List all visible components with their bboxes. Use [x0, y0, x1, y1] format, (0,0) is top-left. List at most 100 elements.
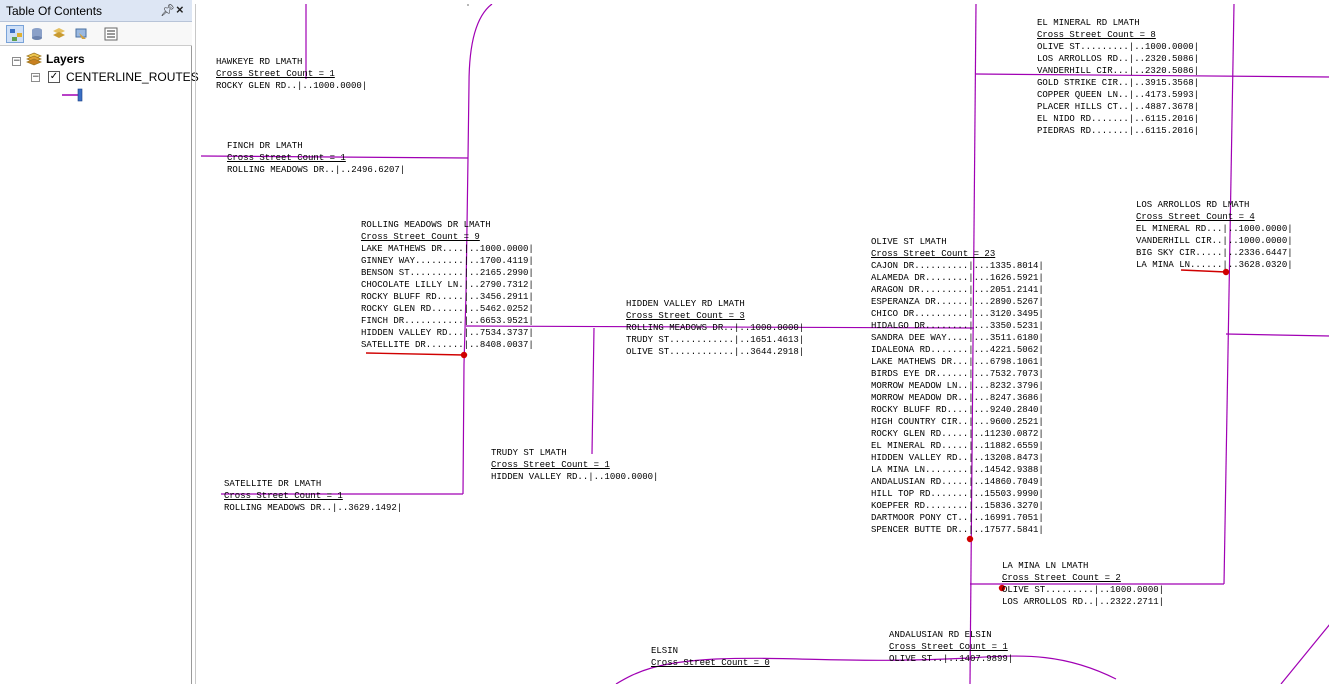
cross-street-row: OLIVE ST.........|..1000.0000| [1037, 42, 1200, 52]
route-label-hawkeye-rd: HAWKEYE RD LMATH Cross Street Count = 1 RO… [216, 56, 367, 92]
route-label-elsin: ELSIN Cross Street Count = 0 [651, 645, 770, 669]
route-label-andalusian-rd: ANDALUSIAN RD ELSIN Cross Street Count = … [889, 629, 1013, 665]
cross-street-row: OLIVE ST.........|..1000.0000| [1002, 585, 1165, 595]
toc-toolbar [0, 22, 192, 46]
label-title: HIDDEN VALLEY RD LMATH [626, 299, 745, 309]
toc-title-bar: Table Of Contents 📌︎ × [0, 0, 192, 22]
label-title: ANDALUSIAN RD ELSIN [889, 630, 992, 640]
label-title: TRUDY ST LMATH [491, 448, 567, 458]
drawing-order-icon [10, 29, 22, 41]
options-button[interactable] [102, 25, 120, 43]
cross-street-row: BENSON ST..........|..2165.2990| [361, 268, 534, 278]
highlight-segment [365, 352, 465, 356]
cross-street-row: GOLD STRIKE CIR..|..3915.3568| [1037, 78, 1200, 88]
road-segment [1280, 624, 1329, 684]
layers-collapse-toggle[interactable]: − [12, 57, 21, 66]
list-by-drawing-order-button[interactable] [6, 25, 24, 43]
layer-collapse-toggle[interactable]: − [31, 73, 40, 82]
cross-street-count: Cross Street Count = 9 [361, 232, 480, 242]
line-symbol-icon[interactable] [62, 88, 86, 102]
cross-street-row: LOS ARROLLOS RD..|..2322.2711| [1002, 597, 1165, 607]
cross-street-row: ROCKY GLEN RD..|..1000.0000| [216, 81, 368, 91]
route-label-olive-st: OLIVE ST LMATH Cross Street Count = 23 CAJ… [871, 236, 1044, 536]
cross-street-row: SANDRA DEE WAY....|...3511.6180| [871, 333, 1044, 343]
layer-name-centerline-routes[interactable]: CENTERLINE_ROUTES [66, 70, 199, 84]
label-title: LOS ARROLLOS RD LMATH [1136, 200, 1250, 210]
route-label-trudy-st: TRUDY ST LMATH Cross Street Count = 1 HIDD… [491, 447, 658, 483]
layers-root-label[interactable]: Layers [46, 52, 85, 66]
cross-street-row: CAJON DR..........|...1335.8014| [871, 261, 1044, 271]
cross-street-row: HIGH COUNTRY CIR..|...9600.2521| [871, 417, 1044, 427]
cross-street-row: ALAMEDA DR........|...1626.5921| [871, 273, 1044, 283]
cross-street-row: OLIVE ST..|..1407.9899| [889, 654, 1014, 664]
cross-street-row: LAKE MATHEWS DR...|...6798.1061| [871, 357, 1044, 367]
route-label-hidden-valley-rd: HIDDEN VALLEY RD LMATH Cross Street Count… [626, 298, 804, 358]
cross-street-row: SATELLITE DR.......|..8408.0037| [361, 340, 534, 350]
cross-street-row: VANDERHILL CIR...|..2320.5086| [1037, 66, 1200, 76]
cross-street-count: Cross Street Count = 2 [1002, 573, 1121, 583]
cross-street-row: EL NIDO RD.......|..6115.2016| [1037, 114, 1200, 124]
route-label-finch-dr: FINCH DR LMATH Cross Street Count = 1 ROLL… [227, 140, 405, 176]
cross-street-row: LA MINA LN......|..3628.0320| [1136, 260, 1293, 270]
cross-street-row: BIRDS EYE DR......|...7532.7073| [871, 369, 1044, 379]
intersection-point [966, 535, 974, 543]
label-title: ELSIN [651, 646, 679, 656]
route-label-satellite-dr: SATELLITE DR LMATH Cross Street Count = 1… [224, 478, 402, 514]
cross-street-row: CHOCOLATE LILLY LN.|..2790.7312| [361, 280, 534, 290]
cross-street-row: HIDDEN VALLEY RD..|..1000.0000| [491, 472, 659, 482]
pin-icon[interactable]: 📌︎ [160, 3, 175, 17]
list-by-selection-button[interactable] [72, 25, 90, 43]
cross-street-row: HIDALGO DR........|...3350.5231| [871, 321, 1044, 331]
label-title: ROLLING MEADOWS DR LMATH [361, 220, 491, 230]
layers-icon [26, 52, 42, 66]
cross-street-row: DARTMOOR PONY CT..|..16991.7051| [871, 513, 1044, 523]
intersection-point [460, 351, 468, 359]
cross-street-row: OLIVE ST............|..3644.2918| [626, 347, 805, 357]
label-title: OLIVE ST LMATH [871, 237, 947, 247]
list-by-visibility-button[interactable] [50, 25, 68, 43]
layer-visibility-checkbox[interactable]: ✓ [48, 71, 60, 83]
options-icon [104, 27, 118, 41]
cross-street-row: ROLLING MEADOWS DR..|..2496.6207| [227, 165, 406, 175]
cross-street-count: Cross Street Count = 8 [1037, 30, 1156, 40]
road-segment [591, 327, 595, 455]
cross-street-count: Cross Street Count = 1 [224, 491, 343, 501]
cross-street-row: HIDDEN VALLEY RD..|..13208.8473| [871, 453, 1044, 463]
layers-stack-icon [53, 28, 65, 38]
cross-street-row: BIG SKY CIR.....|..2336.6447| [1136, 248, 1293, 258]
cross-street-row: HILL TOP RD.......|..15503.9990| [871, 489, 1044, 499]
label-title: FINCH DR LMATH [227, 141, 303, 151]
label-title: SATELLITE DR LMATH [224, 479, 322, 489]
cross-street-row: ROCKY BLUFF RD.....|..3456.2911| [361, 292, 534, 302]
cross-street-row: ROLLING MEADOWS DR..|..3629.1492| [224, 503, 403, 513]
label-title: HAWKEYE RD LMATH [216, 57, 303, 67]
selection-icon [75, 28, 87, 39]
cross-street-count: Cross Street Count = 1 [216, 69, 335, 79]
road-segment [1225, 333, 1329, 337]
cross-street-row: MORROW MEADOW DR..|...8247.3686| [871, 393, 1044, 403]
cross-street-row: ROCKY GLEN RD......|..5462.0252| [361, 304, 534, 314]
cross-street-count: Cross Street Count = 4 [1136, 212, 1255, 222]
cross-street-row: MORROW MEADOW LN..|...8232.3796| [871, 381, 1044, 391]
cross-street-row: KOEPFER RD........|..15836.3270| [871, 501, 1044, 511]
list-by-source-button[interactable] [28, 25, 46, 43]
toc-title: Table Of Contents [6, 4, 103, 18]
cross-street-row: PLACER HILLS CT..|..4887.3678| [1037, 102, 1200, 112]
map-view[interactable]: HAWKEYE RD LMATH Cross Street Count = 1 RO… [195, 4, 1329, 684]
cross-street-row: GINNEY WAY.........|..1700.4119| [361, 256, 534, 266]
route-label-la-mina-ln: LA MINA LN LMATH Cross Street Count = 2 OL… [1002, 560, 1164, 608]
cross-street-row: EL MINERAL RD...|..1000.0000| [1136, 224, 1293, 234]
cross-street-row: ROLLING MEADOWS DR..|..1000.0000| [626, 323, 805, 333]
cross-street-count: Cross Street Count = 23 [871, 249, 996, 259]
cross-street-row: SPENCER BUTTE DR..|..17577.5841| [871, 525, 1044, 535]
route-label-los-arrollos-rd: LOS ARROLLOS RD LMATH Cross Street Count … [1136, 199, 1293, 271]
cross-street-row: ARAGON DR.........|...2051.2141| [871, 285, 1044, 295]
cross-street-row: CHICO DR..........|...3120.3495| [871, 309, 1044, 319]
cross-street-count: Cross Street Count = 0 [651, 658, 770, 668]
cross-street-row: ANDALUSIAN RD.....|..14860.7049| [871, 477, 1044, 487]
cross-street-row: IDALEONA RD.......|...4221.5062| [871, 345, 1044, 355]
cross-street-row: TRUDY ST............|..1651.4613| [626, 335, 805, 345]
cross-street-row: VANDERHILL CIR..|..1000.0000| [1136, 236, 1293, 246]
database-icon [32, 28, 42, 40]
close-icon[interactable]: × [176, 2, 184, 17]
